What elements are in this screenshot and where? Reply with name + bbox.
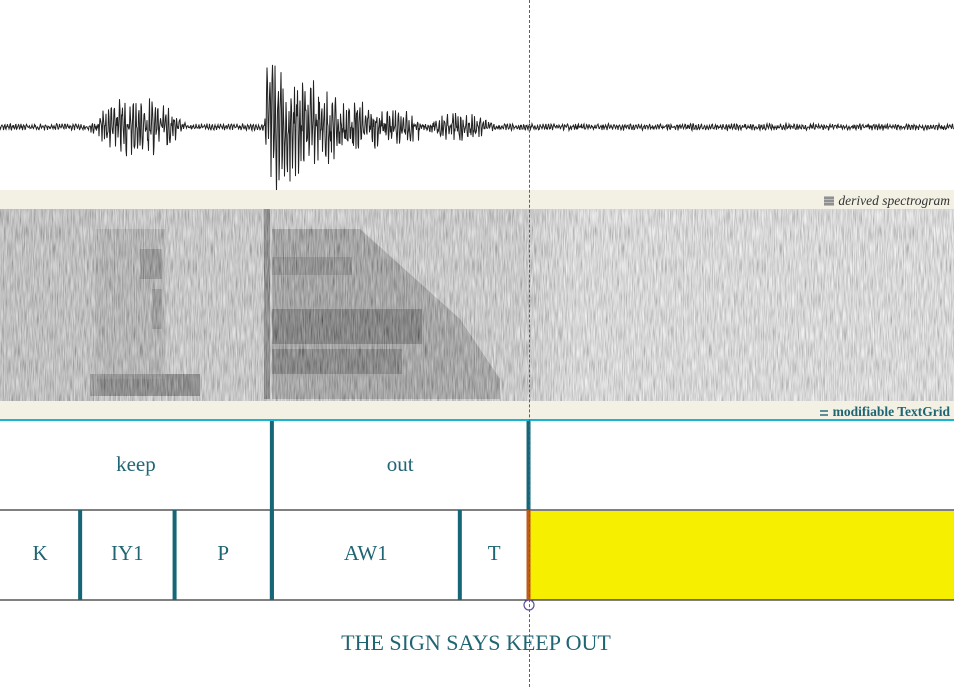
phone-interval-label[interactable]: IY1 bbox=[111, 541, 144, 566]
textgrid-header: modifiable TextGrid bbox=[0, 401, 954, 421]
textgrid-title: modifiable TextGrid bbox=[819, 404, 950, 420]
spectrogram-icon bbox=[824, 196, 835, 206]
spectrogram-texture bbox=[0, 209, 954, 401]
phone-boundaries[interactable] bbox=[78, 510, 531, 600]
textgrid-icon bbox=[819, 410, 828, 416]
spectrogram-panel[interactable] bbox=[0, 209, 954, 401]
cursor-handle[interactable] bbox=[523, 599, 535, 611]
spectrogram-label: derived spectrogram bbox=[838, 193, 950, 208]
waveform-trace bbox=[0, 64, 954, 190]
textgrid-label: modifiable TextGrid bbox=[832, 404, 950, 419]
phone-interval-label[interactable]: P bbox=[217, 541, 229, 566]
spectrogram-header: derived spectrogram bbox=[0, 190, 954, 209]
word-interval-label[interactable]: out bbox=[387, 452, 414, 477]
word-interval-label[interactable]: keep bbox=[116, 452, 156, 477]
phone-interval-label[interactable]: AW1 bbox=[344, 541, 388, 566]
sentence-tier-text[interactable]: THE SIGN SAYS KEEP OUT bbox=[341, 630, 611, 656]
selected-interval[interactable] bbox=[528, 511, 954, 600]
spectrogram-title: derived spectrogram bbox=[824, 193, 950, 209]
phone-interval-label[interactable]: K bbox=[32, 541, 47, 566]
waveform-panel[interactable] bbox=[0, 0, 954, 190]
phone-interval-label[interactable]: T bbox=[488, 541, 501, 566]
